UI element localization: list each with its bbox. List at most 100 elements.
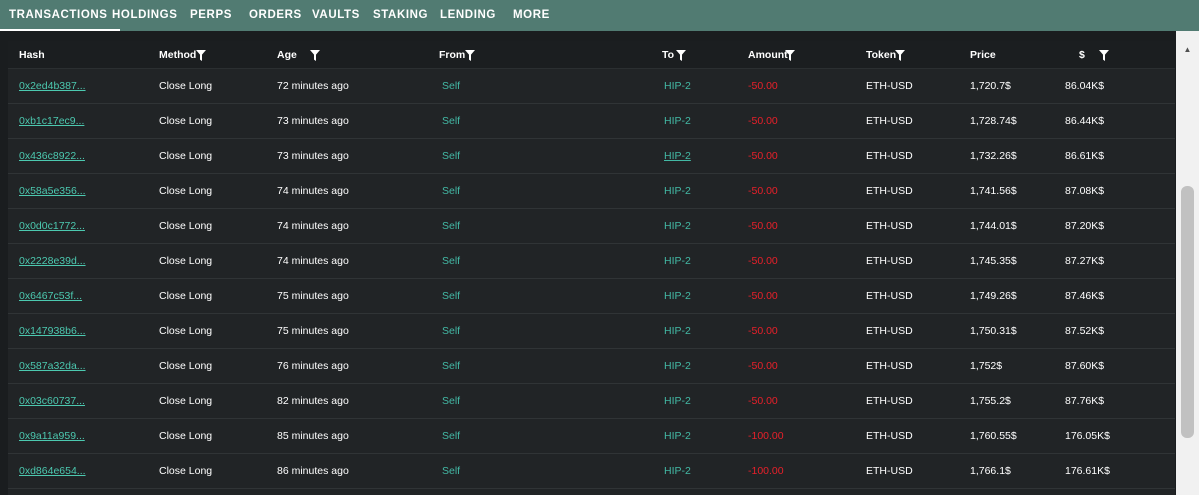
table-row[interactable]: 0x6467c53f... Close Long 75 minutes ago … [8, 279, 1175, 314]
table-row[interactable]: 0xd864e654... Close Long 86 minutes ago … [8, 454, 1175, 489]
method-filter-icon[interactable] [196, 50, 206, 61]
price-cell: 1,744.01$ [970, 220, 1017, 232]
from-link[interactable]: Self [442, 349, 460, 384]
price-cell: 1,745.35$ [970, 255, 1017, 267]
token-cell: ETH-USD [866, 80, 913, 92]
method-cell: Close Long [159, 80, 213, 92]
from-link[interactable]: Self [442, 454, 460, 489]
to-link[interactable]: HIP-2 [664, 384, 691, 419]
tab-orders[interactable]: ORDERS [249, 0, 302, 31]
hash-link[interactable]: 0x0d0c1772... [19, 209, 85, 244]
vertical-scrollbar[interactable]: ▲ [1176, 31, 1199, 495]
price-cell: 1,732.26$ [970, 150, 1017, 162]
hash-link[interactable]: 0x2228e39d... [19, 244, 86, 279]
table-row[interactable]: 0x2228e39d... Close Long 74 minutes ago … [8, 244, 1175, 279]
hash-link[interactable]: 0x9a11a959... [19, 419, 85, 454]
method-cell: Close Long [159, 255, 213, 267]
age-cell: 74 minutes ago [277, 255, 349, 267]
to-link[interactable]: HIP-2 [664, 454, 691, 489]
table-row[interactable]: 0x03c60737... Close Long 82 minutes ago … [8, 384, 1175, 419]
column-header-amount: Amount [748, 49, 788, 61]
to-link[interactable]: HIP-2 [664, 279, 691, 314]
hash-link[interactable]: 0xd864e654... [19, 454, 86, 489]
to-link[interactable]: HIP-2 [664, 349, 691, 384]
usd-value-cell: 87.46K$ [1065, 290, 1105, 302]
amount-filter-icon[interactable] [785, 50, 795, 61]
tab-vaults[interactable]: VAULTS [312, 0, 360, 31]
to-link[interactable]: HIP-2 [664, 174, 691, 209]
method-cell: Close Long [159, 465, 213, 477]
from-link[interactable]: Self [442, 174, 460, 209]
method-cell: Close Long [159, 360, 213, 372]
to-link[interactable]: HIP-2 [664, 69, 691, 104]
usd-filter-icon[interactable] [1099, 50, 1109, 61]
hash-link[interactable]: 0x58a5e356... [19, 174, 86, 209]
from-link[interactable]: Self [442, 244, 460, 279]
tab-perps[interactable]: PERPS [190, 0, 232, 31]
age-filter-icon[interactable] [310, 50, 320, 61]
table-row[interactable]: 0x587a32da... Close Long 76 minutes ago … [8, 349, 1175, 384]
age-cell: 72 minutes ago [277, 80, 349, 92]
amount-cell: -50.00 [748, 325, 778, 337]
from-link[interactable]: Self [442, 314, 460, 349]
scroll-up-arrow-icon[interactable]: ▲ [1176, 43, 1199, 57]
to-link[interactable]: HIP-2 [664, 209, 691, 244]
column-header-to: To [662, 49, 675, 61]
table-row[interactable]: 0x2ed4b387... Close Long 72 minutes ago … [8, 69, 1175, 104]
tab-staking[interactable]: STAKING [373, 0, 428, 31]
table-row[interactable]: 0x58a5e356... Close Long 74 minutes ago … [8, 174, 1175, 209]
from-link[interactable]: Self [442, 419, 460, 454]
to-link[interactable]: HIP-2 [664, 314, 691, 349]
to-link[interactable]: HIP-2 [664, 104, 691, 139]
token-cell: ETH-USD [866, 465, 913, 477]
hash-link[interactable]: 0x2ed4b387... [19, 69, 86, 104]
price-cell: 1,741.56$ [970, 185, 1017, 197]
age-cell: 82 minutes ago [277, 395, 349, 407]
usd-value-cell: 87.60K$ [1065, 360, 1105, 372]
scrollbar-thumb[interactable] [1181, 186, 1194, 438]
tab-more[interactable]: MORE [513, 0, 550, 31]
token-cell: ETH-USD [866, 325, 913, 337]
method-cell: Close Long [159, 115, 213, 127]
tab-lending[interactable]: LENDING [440, 0, 496, 31]
table-row[interactable]: 0x147938b6... Close Long 75 minutes ago … [8, 314, 1175, 349]
age-cell: 74 minutes ago [277, 185, 349, 197]
amount-cell: -100.00 [748, 430, 784, 442]
from-link[interactable]: Self [442, 69, 460, 104]
table-row[interactable]: 0x9a11a959... Close Long 85 minutes ago … [8, 419, 1175, 454]
token-cell: ETH-USD [866, 220, 913, 232]
price-cell: 1,766.1$ [970, 465, 1011, 477]
price-cell: 1,750.31$ [970, 325, 1017, 337]
age-cell: 75 minutes ago [277, 325, 349, 337]
to-link[interactable]: HIP-2 [664, 419, 691, 454]
from-link[interactable]: Self [442, 104, 460, 139]
from-link[interactable]: Self [442, 384, 460, 419]
hash-link[interactable]: 0x6467c53f... [19, 279, 82, 314]
table-header: Hash Method Age From To Amount Token Pri… [8, 41, 1175, 69]
amount-cell: -50.00 [748, 255, 778, 267]
to-filter-icon[interactable] [676, 50, 686, 61]
method-cell: Close Long [159, 430, 213, 442]
from-filter-icon[interactable] [465, 50, 475, 61]
tab-holdings[interactable]: HOLDINGS [112, 0, 178, 31]
method-cell: Close Long [159, 150, 213, 162]
token-cell: ETH-USD [866, 255, 913, 267]
from-link[interactable]: Self [442, 139, 460, 174]
hash-link[interactable]: 0xb1c17ec9... [19, 104, 84, 139]
to-link[interactable]: HIP-2 [664, 244, 691, 279]
from-link[interactable]: Self [442, 279, 460, 314]
price-cell: 1,760.55$ [970, 430, 1017, 442]
tab-transactions[interactable]: TRANSACTIONS [0, 0, 120, 31]
to-link[interactable]: HIP-2 [664, 139, 691, 174]
table-row[interactable]: 0x436c8922... Close Long 73 minutes ago … [8, 139, 1175, 174]
from-link[interactable]: Self [442, 209, 460, 244]
hash-link[interactable]: 0x147938b6... [19, 314, 86, 349]
token-cell: ETH-USD [866, 395, 913, 407]
price-cell: 1,720.7$ [970, 80, 1011, 92]
token-filter-icon[interactable] [895, 50, 905, 61]
hash-link[interactable]: 0x03c60737... [19, 384, 85, 419]
hash-link[interactable]: 0x587a32da... [19, 349, 86, 384]
table-row[interactable]: 0x0d0c1772... Close Long 74 minutes ago … [8, 209, 1175, 244]
table-row[interactable]: 0xb1c17ec9... Close Long 73 minutes ago … [8, 104, 1175, 139]
hash-link[interactable]: 0x436c8922... [19, 139, 85, 174]
